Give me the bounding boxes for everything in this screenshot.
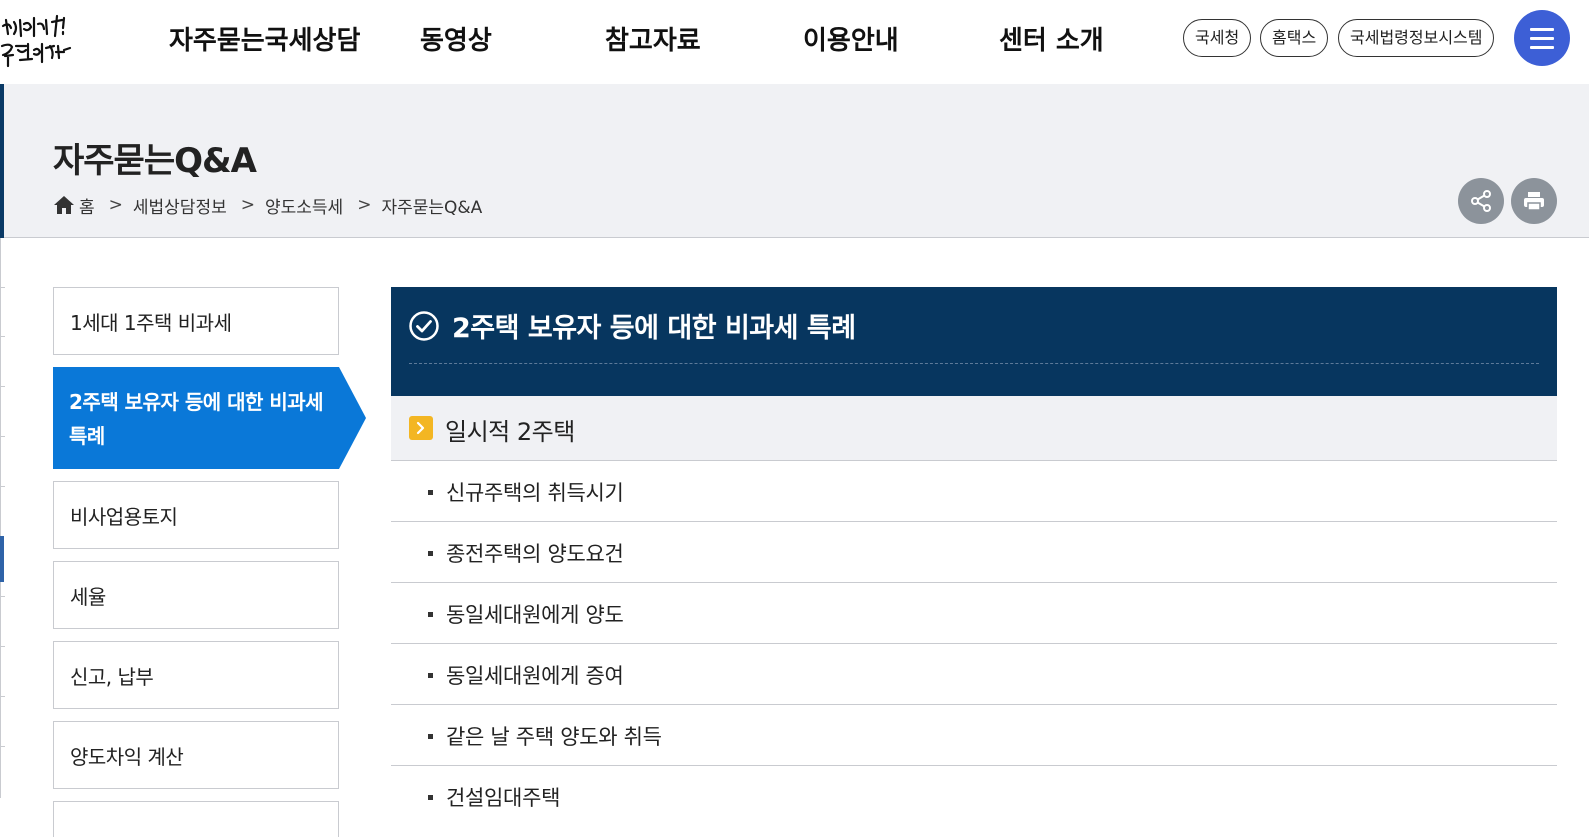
strip-mark: [0, 336, 5, 337]
bullet-icon: [428, 734, 433, 739]
left-edge-strip: [0, 238, 5, 798]
page-title: 자주묻는Q&A: [53, 141, 257, 181]
section-title: 일시적 2주택: [445, 418, 575, 446]
print-icon[interactable]: [1511, 178, 1557, 224]
home-icon[interactable]: [53, 195, 75, 215]
band-accent: [0, 84, 4, 238]
link-nts[interactable]: 국세청: [1183, 19, 1252, 57]
strip-mark: [0, 436, 5, 437]
sidebar-item-filing-payment[interactable]: 신고, 납부: [53, 641, 339, 709]
site-header: 자주묻는국세상담 동영상 참고자료 이용안내 센터 소개 국세청 홈택스 국세법…: [0, 0, 1589, 84]
breadcrumb-current: 자주묻는Q&A: [381, 197, 483, 218]
chevron-right-icon: [409, 416, 433, 440]
list-item-label: 동일세대원에게 증여: [446, 664, 624, 688]
strip-mark: [0, 646, 5, 647]
list-item-label: 같은 날 주택 양도와 취득: [446, 725, 662, 749]
sidebar-item-non-business-land[interactable]: 비사업용토지: [53, 481, 339, 549]
breadcrumb: 홈 > 세법상담정보 > 양도소득세 > 자주묻는Q&A: [53, 192, 482, 218]
nav-reference[interactable]: 참고자료: [605, 20, 701, 57]
share-icon[interactable]: [1458, 178, 1504, 224]
list-item[interactable]: 신규주택의 취득시기: [391, 461, 1557, 522]
sidebar-item-two-house-special[interactable]: 2주택 보유자 등에 대한 비과세 특례: [53, 367, 366, 469]
strip-mark: [0, 486, 5, 487]
list-item-label: 종전주택의 양도요건: [446, 542, 624, 566]
content-title: 2주택 보유자 등에 대한 비과세 특례: [452, 313, 856, 344]
bullet-icon: [428, 673, 433, 678]
bullet-icon: [428, 551, 433, 556]
hamburger-icon[interactable]: [1514, 10, 1570, 66]
bullet-icon: [428, 490, 433, 495]
header-divider: [409, 363, 1539, 364]
nav-guide[interactable]: 이용안내: [803, 20, 899, 57]
strip-mark: [0, 596, 5, 597]
strip-mark: [0, 386, 5, 387]
nav-center-intro[interactable]: 센터 소개: [999, 20, 1104, 57]
list-item[interactable]: 종전주택의 양도요건: [391, 522, 1557, 583]
bullet-icon: [428, 795, 433, 800]
chevron-right-icon: >: [108, 195, 123, 215]
list-item-label: 신규주택의 취득시기: [446, 481, 624, 505]
list-item[interactable]: 건설임대주택: [391, 766, 1557, 827]
list-item[interactable]: 같은 날 주택 양도와 취득: [391, 705, 1557, 766]
list-item[interactable]: 동일세대원에게 양도: [391, 583, 1557, 644]
link-law-system[interactable]: 국세법령정보시스템: [1338, 19, 1495, 57]
chevron-right-icon: >: [357, 195, 372, 215]
sidebar-item-one-house[interactable]: 1세대 1주택 비과세: [53, 287, 339, 355]
strip-mark: [0, 746, 5, 747]
sidebar-item-gain-calculation[interactable]: 양도차익 계산: [53, 721, 339, 789]
sidebar-item-label: 2주택 보유자 등에 대한 비과세 특례: [69, 390, 324, 448]
sidebar-item-partial[interactable]: [53, 801, 339, 837]
breadcrumb-tax-info[interactable]: 세법상담정보: [133, 193, 227, 218]
nav-video[interactable]: 동영상: [420, 20, 492, 57]
list-item-label: 동일세대원에게 양도: [446, 603, 624, 627]
check-circle-icon: [409, 311, 439, 341]
list-item[interactable]: 동일세대원에게 증여: [391, 644, 1557, 705]
link-hometax[interactable]: 홈택스: [1260, 19, 1329, 57]
strip-mark: [0, 696, 5, 697]
breadcrumb-home[interactable]: 홈: [79, 193, 95, 218]
sidebar-item-tax-rate[interactable]: 세율: [53, 561, 339, 629]
bullet-icon: [428, 612, 433, 617]
strip-active-mark: [0, 536, 4, 582]
chevron-right-icon: >: [240, 195, 255, 215]
breadcrumb-capital-gains[interactable]: 양도소득세: [265, 193, 343, 218]
strip-mark: [0, 287, 5, 288]
list-item-label: 건설임대주택: [446, 786, 561, 810]
nav-faq[interactable]: 자주묻는국세상담: [169, 20, 360, 57]
site-logo[interactable]: [0, 12, 72, 72]
